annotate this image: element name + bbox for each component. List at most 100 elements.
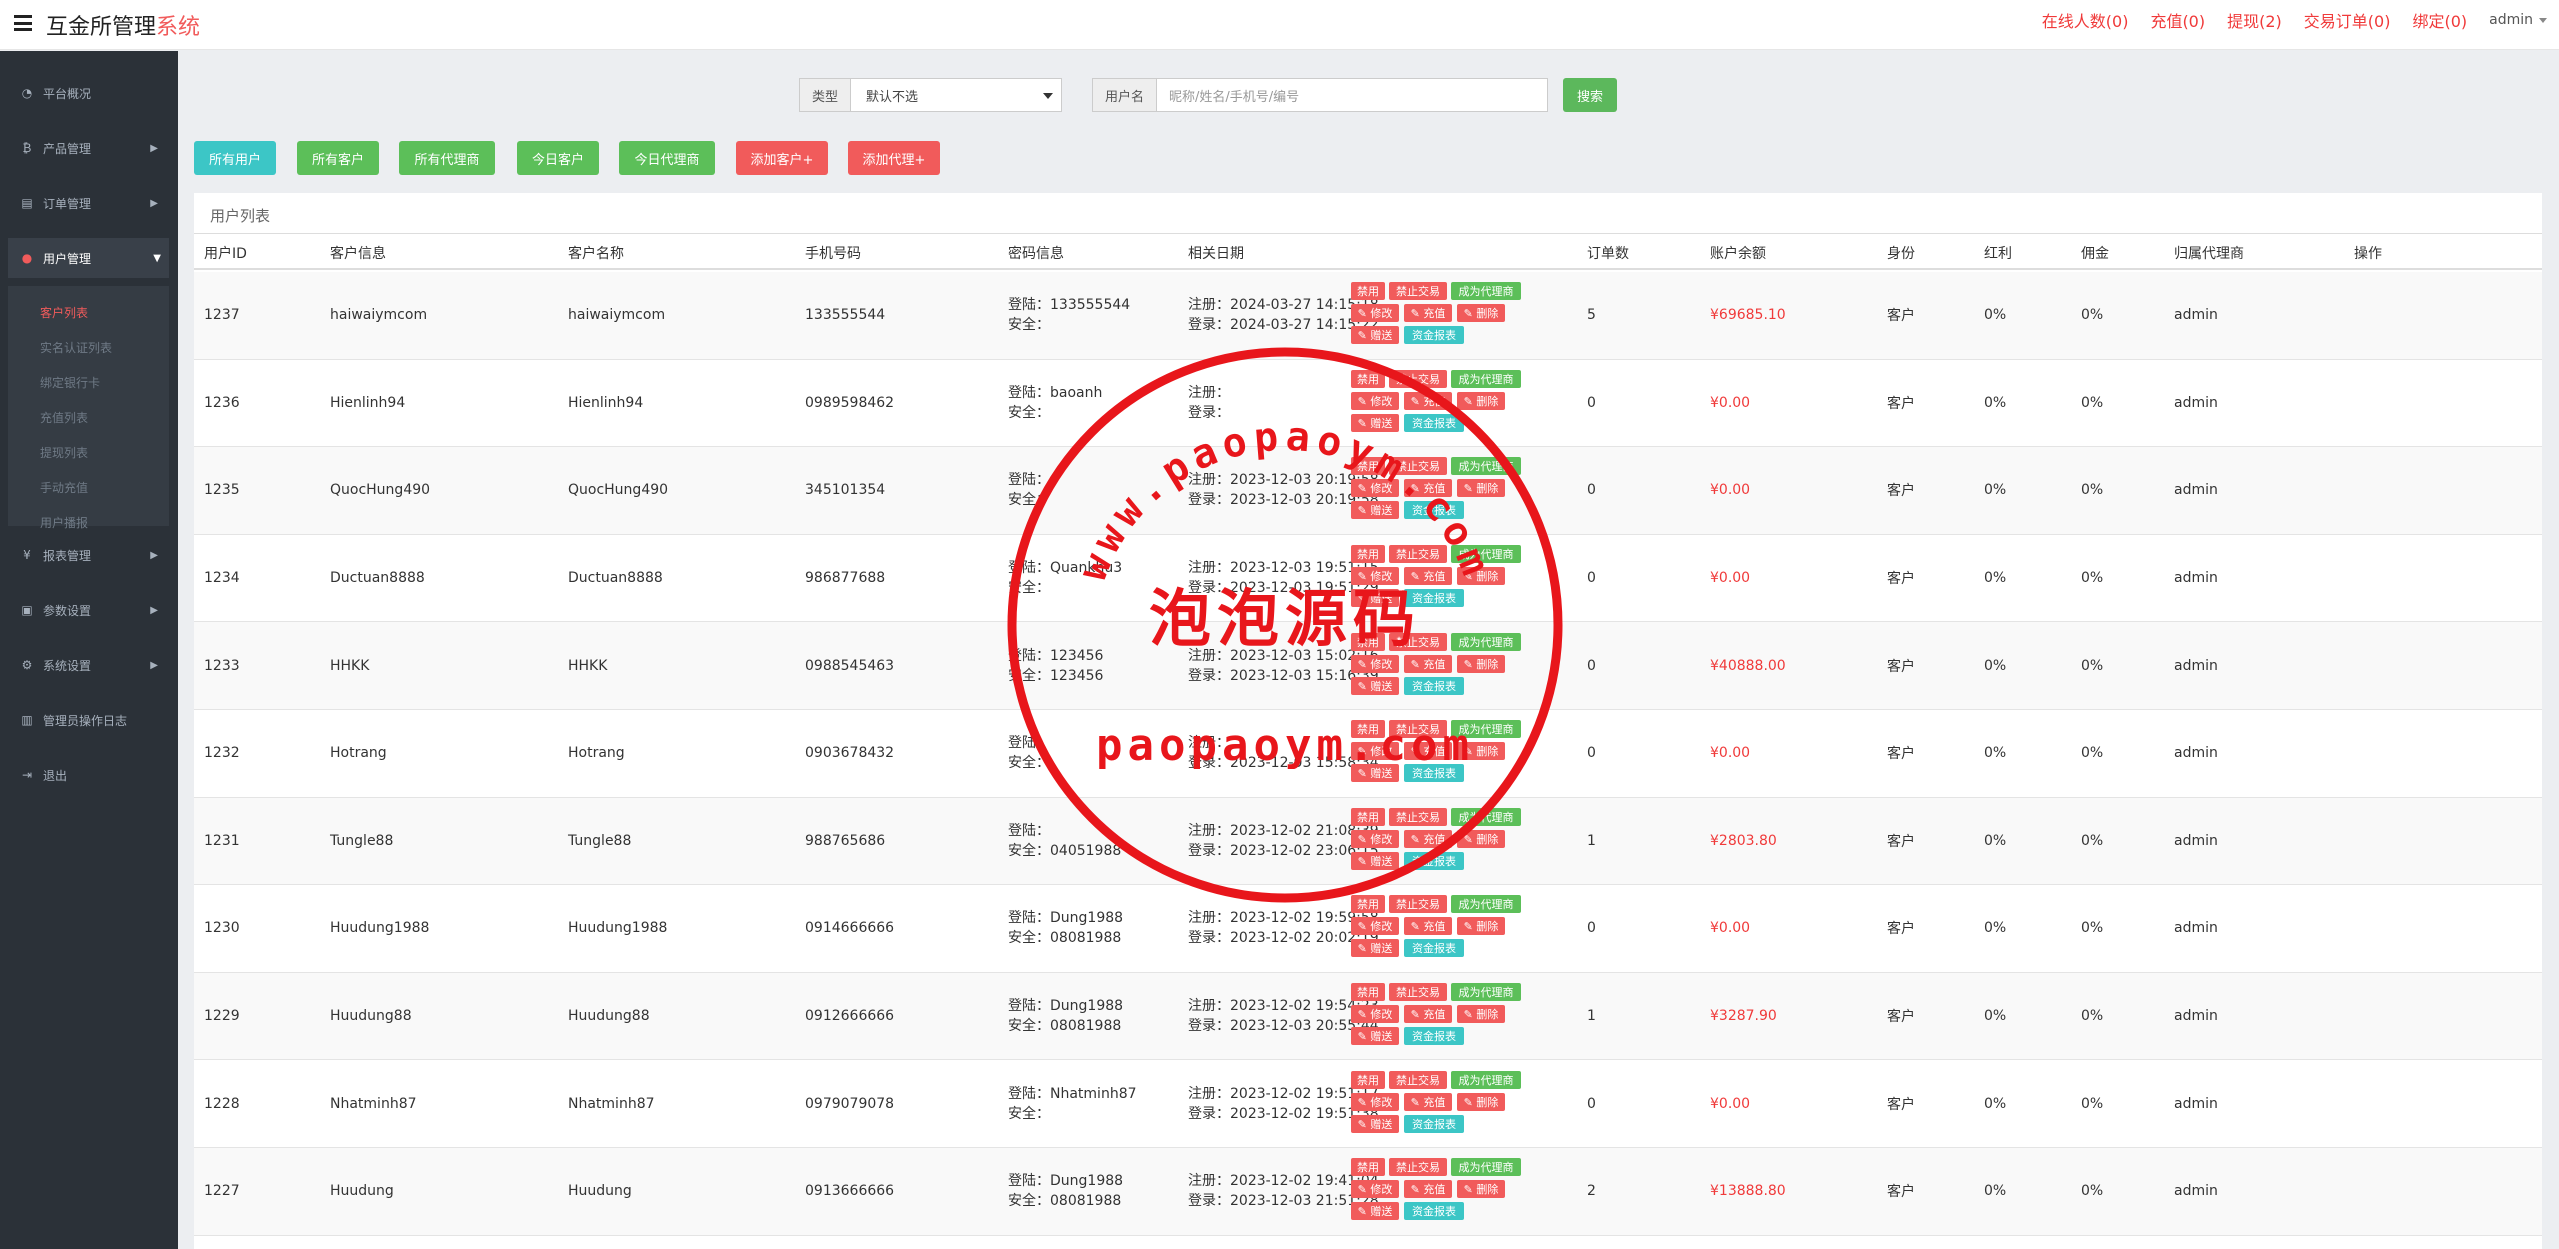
submenu-withdraw-list[interactable]: 提现列表: [40, 444, 88, 461]
make-agent-button[interactable]: 成为代理商: [1451, 369, 1521, 388]
make-agent-button[interactable]: 成为代理商: [1451, 807, 1521, 826]
edit-button[interactable]: ✎ 修改: [1351, 742, 1399, 761]
recharge-button[interactable]: ✎ 充值: [1404, 391, 1452, 410]
edit-button[interactable]: ✎ 修改: [1351, 1005, 1399, 1024]
make-agent-button[interactable]: 成为代理商: [1451, 895, 1521, 914]
fund-report-button[interactable]: 资金报表: [1404, 764, 1464, 783]
ban-button[interactable]: 禁用: [1351, 1158, 1385, 1177]
ban-button[interactable]: 禁用: [1351, 895, 1385, 914]
recharge-button[interactable]: ✎ 充值: [1404, 654, 1452, 673]
gift-button[interactable]: ✎ 赠送: [1351, 501, 1399, 520]
fund-report-button[interactable]: 资金报表: [1404, 1027, 1464, 1046]
make-agent-button[interactable]: 成为代理商: [1451, 282, 1521, 301]
recharge-button[interactable]: ✎ 充值: [1404, 567, 1452, 586]
submenu-user-broadcast[interactable]: 用户播报: [40, 514, 88, 531]
stop-trade-button[interactable]: 禁止交易: [1389, 545, 1447, 564]
delete-button[interactable]: ✎ 删除: [1457, 742, 1505, 761]
edit-button[interactable]: ✎ 修改: [1351, 917, 1399, 936]
search-button[interactable]: 搜索: [1563, 78, 1617, 112]
make-agent-button[interactable]: 成为代理商: [1451, 1158, 1521, 1177]
edit-button[interactable]: ✎ 修改: [1351, 1092, 1399, 1111]
add-agent-button[interactable]: 添加代理+: [848, 141, 940, 175]
gift-button[interactable]: ✎ 赠送: [1351, 589, 1399, 608]
gift-button[interactable]: ✎ 赠送: [1351, 326, 1399, 345]
ban-button[interactable]: 禁用: [1351, 545, 1385, 564]
gift-button[interactable]: ✎ 赠送: [1351, 1027, 1399, 1046]
submenu-bank-cards[interactable]: 绑定银行卡: [40, 374, 100, 391]
ban-button[interactable]: 禁用: [1351, 457, 1385, 476]
recharge-button[interactable]: ✎ 充值: [1404, 479, 1452, 498]
nav-withdraw[interactable]: 提现(2): [2227, 8, 2282, 32]
gift-button[interactable]: ✎ 赠送: [1351, 1202, 1399, 1221]
recharge-button[interactable]: ✎ 充值: [1404, 1180, 1452, 1199]
submenu-recharge-list[interactable]: 充值列表: [40, 409, 88, 426]
all-agents-button[interactable]: 所有代理商: [399, 141, 495, 175]
sidebar-item-reports[interactable]: ¥ 报表管理 ▶: [0, 535, 178, 575]
type-select[interactable]: 默认不选: [851, 78, 1063, 112]
today-customers-button[interactable]: 今日客户: [517, 141, 599, 175]
make-agent-button[interactable]: 成为代理商: [1451, 983, 1521, 1002]
make-agent-button[interactable]: 成为代理商: [1451, 545, 1521, 564]
add-customer-button[interactable]: 添加客户+: [736, 141, 828, 175]
make-agent-button[interactable]: 成为代理商: [1451, 720, 1521, 739]
make-agent-button[interactable]: 成为代理商: [1451, 457, 1521, 476]
delete-button[interactable]: ✎ 删除: [1457, 1180, 1505, 1199]
delete-button[interactable]: ✎ 删除: [1457, 829, 1505, 848]
edit-button[interactable]: ✎ 修改: [1351, 567, 1399, 586]
make-agent-button[interactable]: 成为代理商: [1451, 1070, 1521, 1089]
edit-button[interactable]: ✎ 修改: [1351, 304, 1399, 323]
fund-report-button[interactable]: 资金报表: [1404, 589, 1464, 608]
gift-button[interactable]: ✎ 赠送: [1351, 1114, 1399, 1133]
delete-button[interactable]: ✎ 删除: [1457, 917, 1505, 936]
sidebar-item-orders[interactable]: ▤ 订单管理 ▶: [0, 183, 178, 223]
sidebar-item-logout[interactable]: ⇥ 退出: [0, 755, 178, 795]
stop-trade-button[interactable]: 禁止交易: [1389, 1070, 1447, 1089]
delete-button[interactable]: ✎ 删除: [1457, 391, 1505, 410]
recharge-button[interactable]: ✎ 充值: [1404, 917, 1452, 936]
sidebar-item-admin-log[interactable]: ▥ 管理员操作日志: [0, 700, 178, 740]
gift-button[interactable]: ✎ 赠送: [1351, 851, 1399, 870]
delete-button[interactable]: ✎ 删除: [1457, 1092, 1505, 1111]
stop-trade-button[interactable]: 禁止交易: [1389, 457, 1447, 476]
edit-button[interactable]: ✎ 修改: [1351, 391, 1399, 410]
fund-report-button[interactable]: 资金报表: [1404, 413, 1464, 432]
edit-button[interactable]: ✎ 修改: [1351, 479, 1399, 498]
make-agent-button[interactable]: 成为代理商: [1451, 632, 1521, 651]
stop-trade-button[interactable]: 禁止交易: [1389, 632, 1447, 651]
ban-button[interactable]: 禁用: [1351, 720, 1385, 739]
nav-bind[interactable]: 绑定(0): [2412, 8, 2467, 32]
stop-trade-button[interactable]: 禁止交易: [1389, 895, 1447, 914]
ban-button[interactable]: 禁用: [1351, 632, 1385, 651]
fund-report-button[interactable]: 资金报表: [1404, 501, 1464, 520]
username-search-input[interactable]: 昵称/姓名/手机号/编号: [1157, 78, 1549, 112]
stop-trade-button[interactable]: 禁止交易: [1389, 369, 1447, 388]
recharge-button[interactable]: ✎ 充值: [1404, 742, 1452, 761]
gift-button[interactable]: ✎ 赠送: [1351, 676, 1399, 695]
ban-button[interactable]: 禁用: [1351, 983, 1385, 1002]
recharge-button[interactable]: ✎ 充值: [1404, 829, 1452, 848]
user-menu[interactable]: admin: [2489, 12, 2547, 28]
ban-button[interactable]: 禁用: [1351, 1070, 1385, 1089]
stop-trade-button[interactable]: 禁止交易: [1389, 983, 1447, 1002]
nav-online-users[interactable]: 在线人数(0): [2042, 8, 2129, 32]
stop-trade-button[interactable]: 禁止交易: [1389, 807, 1447, 826]
edit-button[interactable]: ✎ 修改: [1351, 829, 1399, 848]
submenu-customer-list[interactable]: 客户列表: [40, 304, 88, 321]
edit-button[interactable]: ✎ 修改: [1351, 654, 1399, 673]
stop-trade-button[interactable]: 禁止交易: [1389, 282, 1447, 301]
recharge-button[interactable]: ✎ 充值: [1404, 1092, 1452, 1111]
today-agents-button[interactable]: 今日代理商: [619, 141, 715, 175]
sidebar-item-users[interactable]: ● 用户管理 ▼: [8, 238, 169, 278]
fund-report-button[interactable]: 资金报表: [1404, 1202, 1464, 1221]
stop-trade-button[interactable]: 禁止交易: [1389, 1158, 1447, 1177]
delete-button[interactable]: ✎ 删除: [1457, 479, 1505, 498]
nav-trade-orders[interactable]: 交易订单(0): [2304, 8, 2391, 32]
all-customers-button[interactable]: 所有客户: [297, 141, 379, 175]
gift-button[interactable]: ✎ 赠送: [1351, 764, 1399, 783]
all-users-button[interactable]: 所有用户: [194, 141, 276, 175]
ban-button[interactable]: 禁用: [1351, 369, 1385, 388]
fund-report-button[interactable]: 资金报表: [1404, 676, 1464, 695]
stop-trade-button[interactable]: 禁止交易: [1389, 720, 1447, 739]
fund-report-button[interactable]: 资金报表: [1404, 1114, 1464, 1133]
fund-report-button[interactable]: 资金报表: [1404, 851, 1464, 870]
